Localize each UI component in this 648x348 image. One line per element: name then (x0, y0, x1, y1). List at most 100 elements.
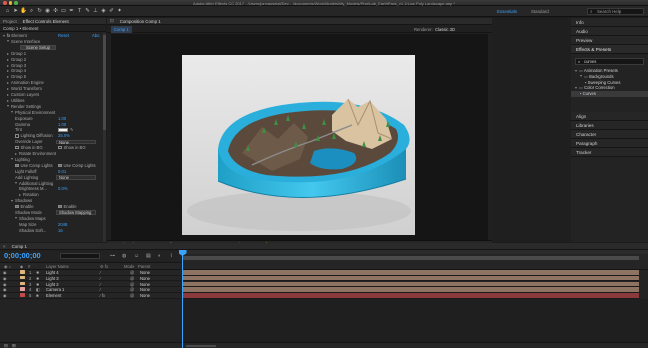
motion-blur-icon[interactable]: ◐ (158, 253, 161, 259)
disclosure-triangle-icon[interactable] (7, 40, 9, 43)
layer-duration-bar[interactable] (183, 275, 639, 282)
disclosure-triangle-icon[interactable] (11, 199, 13, 202)
effect-property-row[interactable]: Additional Lighting (0, 181, 103, 187)
toggle-modes-icon[interactable]: ⊞ (12, 343, 16, 348)
pan-behind-tool-icon[interactable]: ✣ (52, 8, 59, 15)
reset-link[interactable]: Reset (58, 33, 69, 39)
effect-property-value[interactable]: 1.00 (58, 122, 66, 128)
effect-property-row[interactable]: Shadows (0, 198, 103, 204)
disclosure-triangle-icon[interactable] (15, 153, 17, 155)
selection-tool-icon[interactable]: ➤ (12, 8, 19, 15)
pen-tool-icon[interactable]: ✒ (68, 8, 75, 15)
effect-property-row[interactable]: Rotation (0, 192, 103, 198)
frame-blending-icon[interactable]: ▤ (146, 253, 151, 259)
libraries-panel-header[interactable]: Libraries (571, 121, 648, 130)
type-tool-icon[interactable]: T (76, 8, 83, 15)
align-panel-header[interactable]: Align (571, 112, 648, 121)
effect-property-value[interactable]: 25.0% (58, 133, 70, 139)
scrollbar-thumb[interactable] (103, 35, 106, 130)
effect-property-row[interactable]: Enable Enable (0, 204, 103, 210)
effect-tree-item[interactable]: ▭ Backgrounds (571, 74, 648, 80)
workspace-standard[interactable]: Standard (528, 9, 552, 15)
effect-property-row[interactable]: Group 5 (0, 74, 103, 80)
effect-property-dropdown[interactable]: None (56, 174, 96, 180)
disclosure-triangle-icon[interactable] (7, 52, 9, 55)
shy-layers-icon[interactable]: ☺ (134, 253, 139, 259)
disclosure-triangle-icon[interactable] (575, 69, 577, 72)
effect-property-row[interactable]: World Transform (0, 86, 103, 92)
tab-project[interactable]: Project (3, 19, 17, 24)
second-checkbox-group[interactable]: Use Comp Lights (58, 163, 96, 169)
effect-property-row[interactable]: Map Size 2048 (0, 222, 103, 228)
effect-property-row[interactable]: Shadow Mode Shadow Mapping (0, 210, 103, 216)
tracker-panel-header[interactable]: Tracker (571, 148, 648, 157)
effect-property-row[interactable]: Physical Environment (0, 110, 103, 116)
effect-property-row[interactable]: Utilities (0, 98, 103, 104)
disclosure-triangle-icon[interactable] (7, 88, 9, 91)
search-help-input[interactable]: ⌕ Search Help (587, 8, 644, 15)
effect-property-value[interactable]: 0.01 (58, 169, 66, 175)
checkbox[interactable] (15, 145, 19, 150)
camera-tool-icon[interactable]: ◉ (44, 8, 51, 15)
roto-brush-tool-icon[interactable]: ✐ (108, 8, 115, 15)
effect-property-row[interactable]: Add Lighting None (0, 175, 103, 181)
puppet-tool-icon[interactable]: ✦ (116, 8, 123, 15)
renderer-value[interactable]: Classic 3D (435, 27, 455, 32)
disclosure-triangle-icon[interactable] (7, 105, 9, 108)
home-icon[interactable]: ⌂ (4, 8, 11, 15)
disclosure-triangle-icon[interactable] (15, 217, 17, 220)
effects-presets-panel-header[interactable]: Effects & Presets (571, 45, 648, 54)
effect-property-row[interactable]: Custom Layers (0, 92, 103, 98)
effect-property-row[interactable]: Scene Setup (0, 45, 103, 51)
effect-property-row[interactable]: Shadow Soft... 16 (0, 228, 103, 234)
effect-property-row[interactable]: Lighting (0, 157, 103, 163)
tint-color-swatch[interactable] (58, 128, 68, 132)
effect-property-row[interactable]: Group 1 (0, 51, 103, 57)
comp-1-breadcrumb[interactable]: Comp 1 (111, 26, 132, 33)
effect-property-row[interactable]: Lighting Diffusion 25.0% (0, 133, 103, 139)
disclosure-triangle-icon[interactable] (7, 94, 9, 96)
second-checkbox-group[interactable]: Show in BG (58, 145, 86, 151)
effect-property-row[interactable]: Group 3 (0, 63, 103, 69)
effect-property-row[interactable]: Show in BG Show in BG (0, 145, 103, 151)
disclosure-triangle-icon[interactable] (7, 58, 9, 61)
effect-property-row[interactable]: Render Settings (0, 104, 103, 110)
zoom-tool-icon[interactable]: ⌕ (28, 8, 35, 15)
disclosure-triangle-icon[interactable] (11, 111, 13, 114)
toggle-switches-icon[interactable]: ⊟ (4, 343, 8, 348)
brush-tool-icon[interactable]: ✎ (84, 8, 91, 15)
graph-editor-icon[interactable]: ⌇ (170, 253, 172, 259)
effect-property-row[interactable]: Exposure 1.00 (0, 116, 103, 122)
disclosure-triangle-icon[interactable] (19, 194, 21, 197)
disclosure-triangle-icon[interactable] (15, 182, 17, 184)
preview-panel-header[interactable]: Preview (571, 36, 648, 45)
effect-property-row[interactable]: fx Element Reset Abo (0, 33, 103, 39)
effect-property-value[interactable]: 0.0% (58, 186, 68, 192)
checkbox[interactable] (15, 163, 19, 168)
disclosure-triangle-icon[interactable] (580, 75, 582, 78)
disclosure-triangle-icon[interactable] (3, 34, 5, 37)
hand-tool-icon[interactable]: ✋ (20, 8, 27, 15)
effect-property-row[interactable]: Rotate Environment (0, 151, 103, 157)
info-panel-header[interactable]: Info (571, 18, 648, 27)
layer-duration-bar[interactable] (183, 287, 639, 293)
effect-property-row[interactable]: Group 2 (0, 57, 103, 63)
eyedropper-icon[interactable]: ✎ (70, 127, 74, 133)
disclosure-triangle-icon[interactable] (575, 86, 577, 89)
eraser-tool-icon[interactable]: ◈ (100, 8, 107, 15)
effect-property-dropdown[interactable]: Shadow Mapping (56, 210, 96, 216)
composition-stage[interactable] (111, 34, 488, 240)
effect-item-selected[interactable]: ▪ Curves (571, 91, 648, 97)
zoom-slider[interactable] (186, 344, 216, 347)
effect-tree-item[interactable]: ▭ Animation Presets (571, 68, 648, 74)
timeline-search-input[interactable] (60, 253, 100, 259)
effect-tree-item[interactable]: ▭ Color Correction (571, 85, 648, 91)
effect-property-row[interactable]: Gamma 1.00 (0, 122, 103, 128)
disclosure-triangle-icon[interactable] (7, 82, 9, 85)
draft-3d-icon[interactable]: ◍ (122, 253, 126, 259)
time-navigator[interactable] (182, 250, 648, 254)
current-time-indicator[interactable] (182, 250, 183, 348)
second-checkbox-group[interactable]: Enable (58, 204, 77, 210)
checkbox[interactable] (58, 145, 62, 150)
checkbox[interactable] (15, 204, 19, 209)
